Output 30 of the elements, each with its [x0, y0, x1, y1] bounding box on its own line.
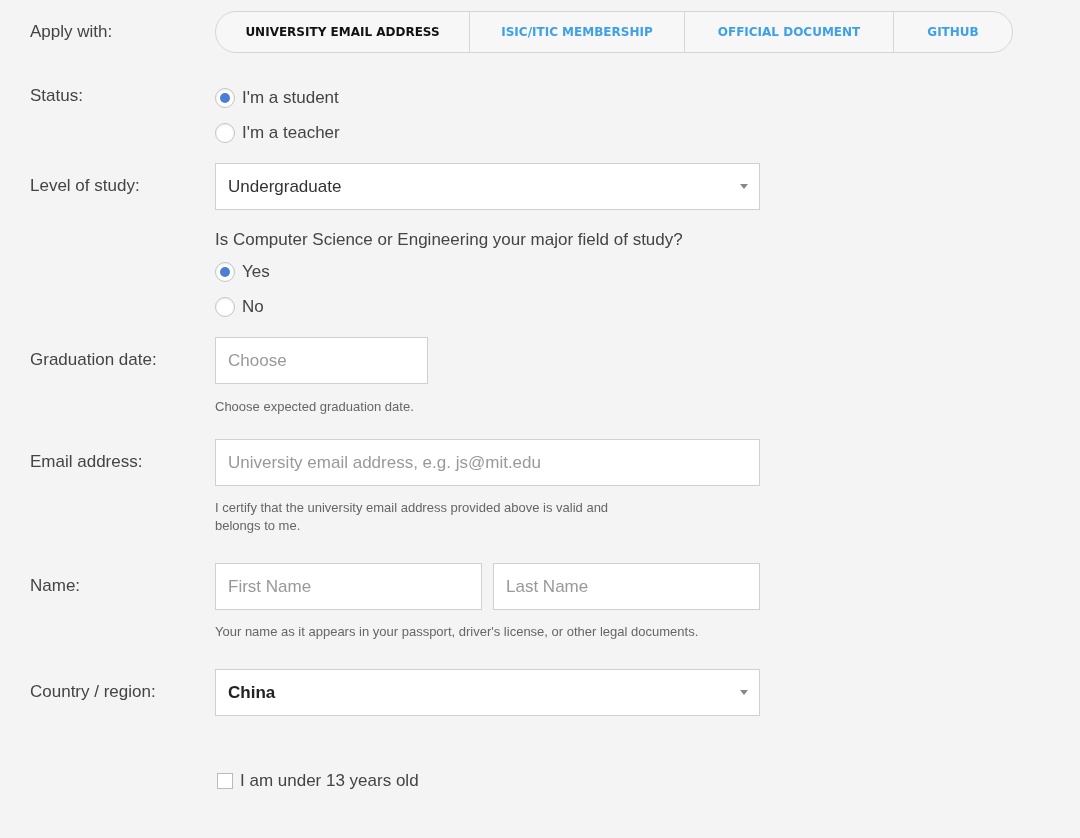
field-label: Apply with:	[30, 21, 114, 42]
field-label: Country / region:	[30, 681, 157, 702]
radio-label[interactable]: Yes	[242, 262, 270, 282]
field-label: Status:	[30, 86, 84, 106]
radio-button[interactable]	[215, 297, 235, 317]
select-field[interactable]: China	[215, 669, 760, 716]
last-name-field[interactable]: Last Name	[493, 563, 760, 610]
tab[interactable]: UNIVERSITY EMAIL ADDRESS	[216, 12, 469, 52]
field-label: Level of study:	[30, 175, 141, 196]
caret-icon	[740, 184, 748, 189]
hint-text: Choose expected graduation date.	[215, 398, 415, 416]
select-field[interactable]: Undergraduate	[215, 163, 760, 210]
question-text: Is Computer Science or Engineering your major field of study?	[215, 230, 684, 250]
email-field[interactable]: University email address, e.g. js@mit.edu	[215, 439, 760, 486]
field-label: Email address:	[30, 451, 144, 472]
field-label: Name:	[30, 575, 82, 596]
radio-button[interactable]	[215, 262, 235, 282]
field-label: Graduation date:	[30, 349, 158, 370]
date-field[interactable]: Choose	[215, 337, 428, 384]
hint-text: Your name as it appears in your passport, driver's license, or other legal documents.	[215, 623, 700, 641]
caret-icon	[740, 690, 748, 695]
radio-label[interactable]: I'm a student	[242, 88, 339, 108]
radio-button[interactable]	[215, 88, 235, 108]
first-name-field[interactable]: First Name	[215, 563, 482, 610]
radio-label[interactable]: No	[242, 297, 264, 317]
radio-label[interactable]: I'm a teacher	[242, 123, 340, 143]
hint-text: I certify that the university email address provided above is valid and belongs to me.	[215, 499, 610, 535]
checkbox[interactable]	[217, 773, 233, 789]
checkbox-label[interactable]: I am under 13 years old	[240, 771, 419, 791]
radio-button[interactable]	[215, 123, 235, 143]
